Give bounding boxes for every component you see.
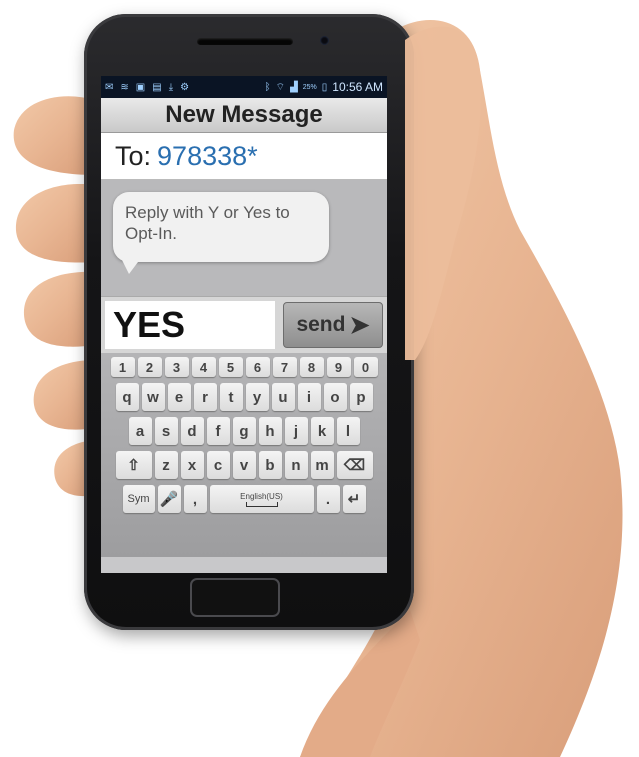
thumb-overlay <box>405 26 481 360</box>
